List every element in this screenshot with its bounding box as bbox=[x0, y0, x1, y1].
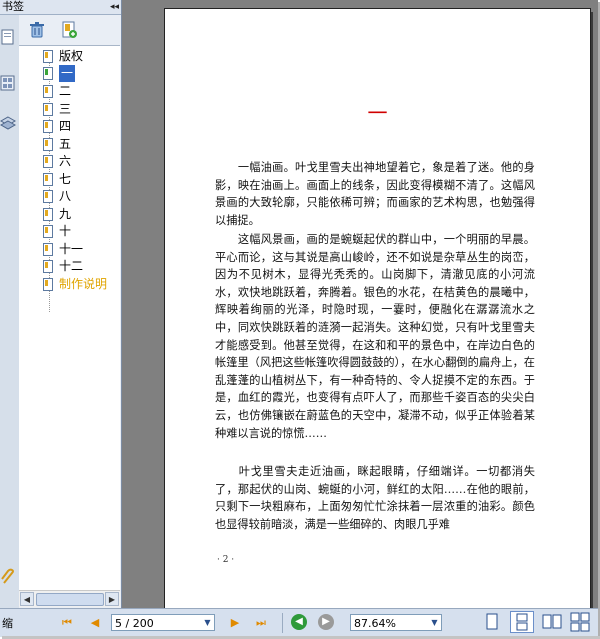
bookmark-label: 九 bbox=[59, 207, 72, 221]
bookmark-page-icon bbox=[43, 189, 54, 203]
bookmark-label: 六 bbox=[59, 154, 72, 168]
bookmark-page-icon bbox=[43, 277, 54, 291]
bookmark-item-chapter-8[interactable]: 八 bbox=[43, 188, 119, 205]
zoom-value: 87.64% bbox=[354, 617, 396, 630]
bookmark-item-chapter-12[interactable]: 十二 bbox=[43, 258, 119, 275]
document-page: 一 一幅油画。叶戈里雪夫出神地望着它，象是着了迷。他的身影，映在油画上。画面上的… bbox=[164, 8, 591, 610]
continuous-view-icon[interactable] bbox=[510, 611, 534, 633]
bookmark-label: 十 bbox=[59, 224, 72, 238]
facing-view-icon[interactable] bbox=[540, 611, 564, 633]
collapse-panel-button[interactable]: ◂◂ bbox=[110, 0, 119, 14]
chapter-title: 一 bbox=[367, 101, 388, 125]
bookmark-item-chapter-2[interactable]: 二 bbox=[43, 83, 119, 100]
bookmark-page-icon bbox=[43, 207, 54, 221]
bookmark-item-chapter-3[interactable]: 三 bbox=[43, 101, 119, 118]
bookmark-page-icon bbox=[43, 84, 54, 98]
bookmark-item-chapter-7[interactable]: 七 bbox=[43, 171, 119, 188]
first-page-icon[interactable]: ⏮ bbox=[60, 616, 74, 630]
bookmark-label: 八 bbox=[59, 189, 72, 203]
attachment-icon[interactable] bbox=[0, 568, 16, 586]
forward-view-icon[interactable]: ▶ bbox=[318, 614, 334, 630]
bookmark-label: 三 bbox=[59, 102, 72, 116]
bookmark-item-chapter-5[interactable]: 五 bbox=[43, 136, 119, 153]
app-window: 书签 ◂◂ 版权 一 二 三 四 五 六 七 八 九 十 十一 十二 制作说明 … bbox=[0, 0, 598, 637]
page-number-value: 5 / 200 bbox=[115, 617, 154, 630]
bookmark-label: 版权 bbox=[59, 49, 84, 63]
continuous-facing-view-icon[interactable] bbox=[568, 611, 592, 633]
page-number-field[interactable]: 5 / 200 ▼ bbox=[111, 614, 215, 631]
bookmark-label: 十一 bbox=[59, 242, 84, 256]
paragraph-2: 这幅风景画，画的是蜿蜒起伏的群山中，一个明丽的早晨。平心而论，这与其说是高山峻岭… bbox=[215, 233, 535, 440]
status-bar: 缩 ⏮ ◀ 5 / 200 ▼ ▶ ⏭ ◀ ▶ 87.64% ▼ bbox=[0, 608, 598, 637]
bookmark-page-icon bbox=[43, 119, 54, 133]
paragraph-3: 叶戈里雪夫走近油画，眯起眼睛，仔细端详。一切都消失了，那起伏的山岗、蜿蜒的小河，… bbox=[215, 465, 535, 531]
scroll-left-button[interactable]: ◀ bbox=[20, 592, 34, 606]
bookmark-page-icon bbox=[43, 154, 54, 168]
delete-bookmark-icon[interactable] bbox=[28, 21, 46, 39]
scroll-right-button[interactable]: ▶ bbox=[105, 592, 119, 606]
bookmark-page-icon bbox=[43, 137, 54, 151]
bookmark-toolbar bbox=[19, 15, 121, 43]
previous-page-icon[interactable]: ◀ bbox=[88, 616, 102, 630]
bookmark-label: 制作说明 bbox=[59, 277, 108, 291]
divider bbox=[282, 613, 283, 633]
layers-icon[interactable] bbox=[0, 114, 17, 132]
page-number: · 2 · bbox=[217, 555, 235, 565]
single-page-view-icon[interactable] bbox=[480, 611, 504, 633]
next-page-icon[interactable]: ▶ bbox=[228, 616, 242, 630]
bookmark-tree: 版权 一 二 三 四 五 六 七 八 九 十 十一 十二 制作说明 bbox=[19, 45, 120, 591]
bookmark-item-chapter-11[interactable]: 十一 bbox=[43, 241, 119, 258]
bookmark-item-copyright[interactable]: 版权 bbox=[43, 48, 119, 65]
bookmark-label: 四 bbox=[59, 119, 72, 133]
navigation-tool-strip bbox=[0, 0, 20, 608]
status-left-label: 缩 bbox=[2, 617, 13, 630]
bookmark-label: 十二 bbox=[59, 259, 84, 273]
bookmark-item-chapter-6[interactable]: 六 bbox=[43, 153, 119, 170]
back-view-icon[interactable]: ◀ bbox=[291, 614, 307, 630]
bookmark-item-chapter-4[interactable]: 四 bbox=[43, 118, 119, 135]
bookmark-page-icon bbox=[43, 102, 54, 116]
scroll-thumb[interactable] bbox=[36, 593, 104, 606]
new-bookmark-icon[interactable] bbox=[60, 21, 78, 39]
bookmark-item-chapter-9[interactable]: 九 bbox=[43, 206, 119, 223]
document-viewport[interactable]: 一 一幅油画。叶戈里雪夫出神地望着它，象是着了迷。他的身影，映在油画上。画面上的… bbox=[122, 0, 598, 610]
bookmark-page-icon bbox=[43, 49, 54, 63]
bookmark-page-icon bbox=[43, 242, 54, 256]
bookmark-item-chapter-10[interactable]: 十 bbox=[43, 223, 119, 240]
page-dropdown-icon[interactable]: ▼ bbox=[201, 615, 214, 630]
bookmark-label: 五 bbox=[59, 137, 72, 151]
bookmark-label: 七 bbox=[59, 172, 72, 186]
thumbnails-icon[interactable] bbox=[0, 74, 16, 92]
last-page-icon[interactable]: ⏭ bbox=[254, 616, 268, 630]
bookmark-panel-header: 书签 ◂◂ bbox=[0, 0, 121, 15]
bookmark-page-icon bbox=[43, 66, 54, 80]
bookmark-panel-title: 书签 bbox=[2, 0, 24, 13]
pages-icon[interactable] bbox=[0, 28, 16, 46]
bookmark-page-icon bbox=[43, 172, 54, 186]
zoom-field[interactable]: 87.64% ▼ bbox=[350, 614, 442, 631]
bookmark-page-icon bbox=[43, 259, 54, 273]
bookmark-horizontal-scrollbar[interactable]: ◀ ▶ bbox=[19, 590, 120, 607]
zoom-dropdown-icon[interactable]: ▼ bbox=[428, 615, 441, 630]
bookmark-item-production-notes[interactable]: 制作说明 bbox=[43, 276, 119, 293]
bookmark-label: 二 bbox=[59, 84, 72, 98]
paragraph-1: 一幅油画。叶戈里雪夫出神地望着它，象是着了迷。他的身影，映在油画上。画面上的线条… bbox=[215, 161, 535, 227]
bookmark-label: 一 bbox=[59, 65, 76, 82]
bookmark-panel: 书签 ◂◂ 版权 一 二 三 四 五 六 七 八 九 十 十一 十二 制作说明 … bbox=[0, 0, 122, 608]
bookmark-item-chapter-1[interactable]: 一 bbox=[43, 65, 119, 82]
bookmark-page-icon bbox=[43, 224, 54, 238]
